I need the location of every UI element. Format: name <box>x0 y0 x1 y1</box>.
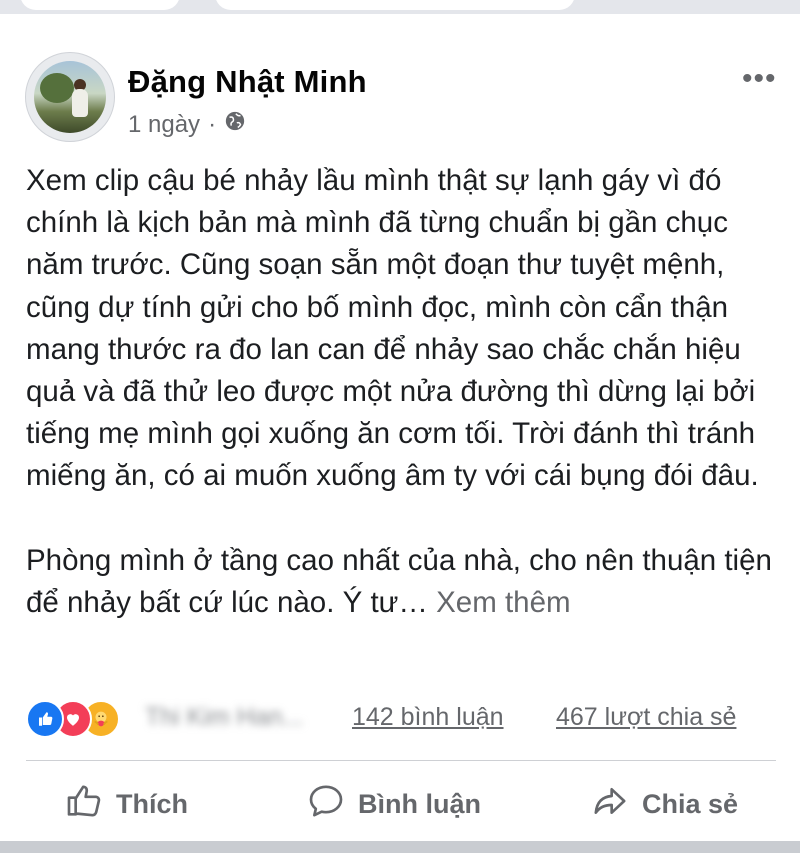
share-count[interactable]: 467 lượt chia sẻ <box>556 703 736 732</box>
post-paragraph: Xem clip cậu bé nhảy lầu mình thật sự lạ… <box>26 164 759 493</box>
previous-post-edge <box>20 0 180 10</box>
avatar-tree <box>40 73 74 103</box>
more-options-icon[interactable]: ••• <box>742 62 777 96</box>
comment-bubble-icon <box>306 781 346 828</box>
globe-icon <box>224 110 246 139</box>
see-more-link[interactable]: Xem thêm <box>436 586 570 619</box>
divider <box>26 760 776 761</box>
thumbs-up-icon <box>64 781 104 828</box>
share-button[interactable]: Chia sẻ <box>590 772 738 836</box>
like-label: Thích <box>116 788 188 819</box>
action-bar: Thích Bình luận Chia sẻ <box>0 772 800 836</box>
comment-count[interactable]: 142 bình luận <box>352 703 504 732</box>
top-feed-strip <box>0 0 800 14</box>
like-reaction-icon <box>26 700 64 738</box>
post-text: Xem clip cậu bé nhảy lầu mình thật sự lạ… <box>26 160 786 624</box>
post-paragraph: Phòng mình ở tầng cao nhất của nhà, cho … <box>26 540 786 624</box>
comment-button[interactable]: Bình luận <box>306 772 481 836</box>
share-arrow-icon <box>590 781 630 828</box>
previous-post-edge <box>215 0 575 10</box>
avatar[interactable] <box>25 52 115 142</box>
avatar-photo <box>34 61 106 133</box>
meta-separator: · <box>208 110 217 138</box>
comment-label: Bình luận <box>358 788 481 819</box>
post-time[interactable]: 1 ngày <box>128 111 200 139</box>
like-button[interactable]: Thích <box>64 772 188 836</box>
share-label: Chia sẻ <box>642 788 739 819</box>
reactors-names[interactable]: Thi Kim Han... <box>145 703 303 732</box>
avatar-person <box>72 89 88 117</box>
post-paragraph-text: Phòng mình ở tầng cao nhất của nhà, cho … <box>26 543 772 619</box>
author-name[interactable]: Đặng Nhật Minh <box>128 64 367 100</box>
post-meta: 1 ngày · <box>128 110 246 139</box>
feed-separator <box>0 841 800 853</box>
